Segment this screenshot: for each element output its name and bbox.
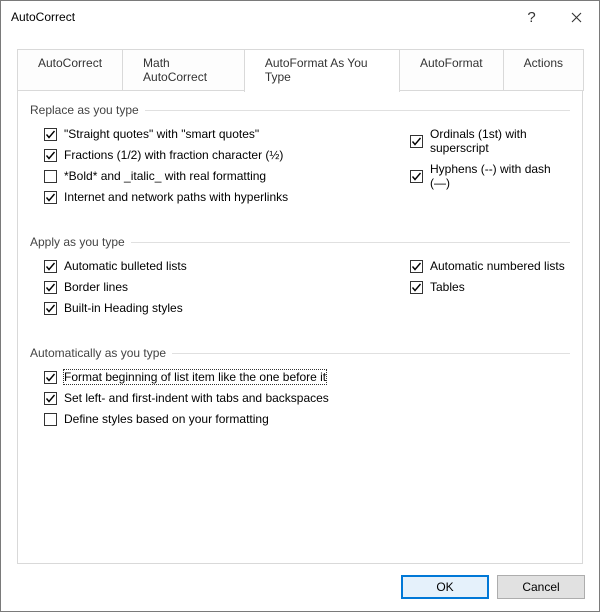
check-icon: [411, 171, 422, 182]
check-icon: [45, 282, 56, 293]
checkbox-label: Fractions (1/2) with fraction character …: [64, 148, 283, 162]
checkbox-define-styles[interactable]: Define styles based on your formatting: [44, 412, 570, 426]
check-icon: [45, 261, 56, 272]
group-replace: Replace as you type "Straight quotes" wi…: [30, 103, 570, 209]
window-title: AutoCorrect: [11, 10, 509, 24]
help-button[interactable]: ?: [509, 2, 554, 32]
check-icon: [411, 261, 422, 272]
checkbox-box: [44, 281, 57, 294]
check-icon: [45, 150, 56, 161]
checkbox-label: *Bold* and _italic_ with real formatting: [64, 169, 266, 183]
checkbox-label: Set left- and first-indent with tabs and…: [64, 391, 329, 405]
checkbox-box: [410, 281, 423, 294]
check-icon: [45, 372, 56, 383]
checkbox-smart-quotes[interactable]: "Straight quotes" with "smart quotes": [44, 127, 410, 141]
checkbox-hyperlinks[interactable]: Internet and network paths with hyperlin…: [44, 190, 410, 204]
ok-button[interactable]: OK: [401, 575, 489, 599]
group-title-auto: Automatically as you type: [30, 346, 570, 360]
check-icon: [45, 303, 56, 314]
checkbox-box: [44, 149, 57, 162]
close-button[interactable]: [554, 2, 599, 32]
checkbox-label: Hyphens (--) with dash (—): [430, 162, 570, 190]
group-title-apply: Apply as you type: [30, 235, 570, 249]
checkbox-box: [44, 260, 57, 273]
checkbox-set-indent[interactable]: Set left- and first-indent with tabs and…: [44, 391, 570, 405]
checkbox-format-list-beginning[interactable]: Format beginning of list item like the o…: [44, 370, 570, 384]
checkbox-fractions[interactable]: Fractions (1/2) with fraction character …: [44, 148, 410, 162]
checkbox-label: Border lines: [64, 280, 128, 294]
checkbox-box: [410, 170, 423, 183]
checkbox-label: Automatic bulleted lists: [64, 259, 187, 273]
checkbox-label: Automatic numbered lists: [430, 259, 565, 273]
check-icon: [45, 393, 56, 404]
checkbox-box: [44, 302, 57, 315]
checkbox-numbered-lists[interactable]: Automatic numbered lists: [410, 259, 570, 273]
cancel-button[interactable]: Cancel: [497, 575, 585, 599]
checkbox-ordinals[interactable]: Ordinals (1st) with superscript: [410, 127, 570, 155]
checkbox-label: Format beginning of list item like the o…: [64, 370, 326, 384]
checkbox-hyphens[interactable]: Hyphens (--) with dash (—): [410, 162, 570, 190]
checkbox-box: [44, 191, 57, 204]
checkbox-label: Define styles based on your formatting: [64, 412, 269, 426]
divider: [145, 110, 570, 111]
checkbox-box: [410, 260, 423, 273]
divider: [172, 353, 570, 354]
divider: [131, 242, 570, 243]
group-auto: Automatically as you type Format beginni…: [30, 346, 570, 431]
tab-actions[interactable]: Actions: [503, 49, 584, 91]
checkbox-heading-styles[interactable]: Built-in Heading styles: [44, 301, 410, 315]
group-title-replace-text: Replace as you type: [30, 103, 139, 117]
tab-autoformat-as-you-type[interactable]: AutoFormat As You Type: [244, 49, 400, 92]
checkbox-bulleted-lists[interactable]: Automatic bulleted lists: [44, 259, 410, 273]
checkbox-label: Tables: [430, 280, 465, 294]
tab-autoformat[interactable]: AutoFormat: [399, 49, 504, 91]
check-icon: [411, 282, 422, 293]
titlebar: AutoCorrect ?: [1, 1, 599, 33]
checkbox-label: Internet and network paths with hyperlin…: [64, 190, 288, 204]
checkbox-box: [44, 392, 57, 405]
group-title-auto-text: Automatically as you type: [30, 346, 166, 360]
checkbox-box: [44, 170, 57, 183]
checkbox-box: [44, 413, 57, 426]
checkbox-box: [44, 371, 57, 384]
checkbox-border-lines[interactable]: Border lines: [44, 280, 410, 294]
group-apply: Apply as you type Automatic bulleted lis…: [30, 235, 570, 320]
checkbox-tables[interactable]: Tables: [410, 280, 570, 294]
tab-autocorrect[interactable]: AutoCorrect: [17, 49, 123, 91]
checkbox-box: [410, 135, 423, 148]
checkbox-label: "Straight quotes" with "smart quotes": [64, 127, 259, 141]
checkbox-box: [44, 128, 57, 141]
checkbox-bold-italic[interactable]: *Bold* and _italic_ with real formatting: [44, 169, 410, 183]
tabbar: AutoCorrect Math AutoCorrect AutoFormat …: [1, 49, 599, 91]
buttonbar: OK Cancel: [1, 565, 599, 611]
tab-math-autocorrect[interactable]: Math AutoCorrect: [122, 49, 245, 91]
check-icon: [45, 129, 56, 140]
close-icon: [571, 12, 582, 23]
checkbox-label: Ordinals (1st) with superscript: [430, 127, 570, 155]
group-title-apply-text: Apply as you type: [30, 235, 125, 249]
group-title-replace: Replace as you type: [30, 103, 570, 117]
check-icon: [45, 192, 56, 203]
checkbox-label: Built-in Heading styles: [64, 301, 183, 315]
check-icon: [411, 136, 422, 147]
tabcontent: Replace as you type "Straight quotes" wi…: [17, 90, 583, 564]
